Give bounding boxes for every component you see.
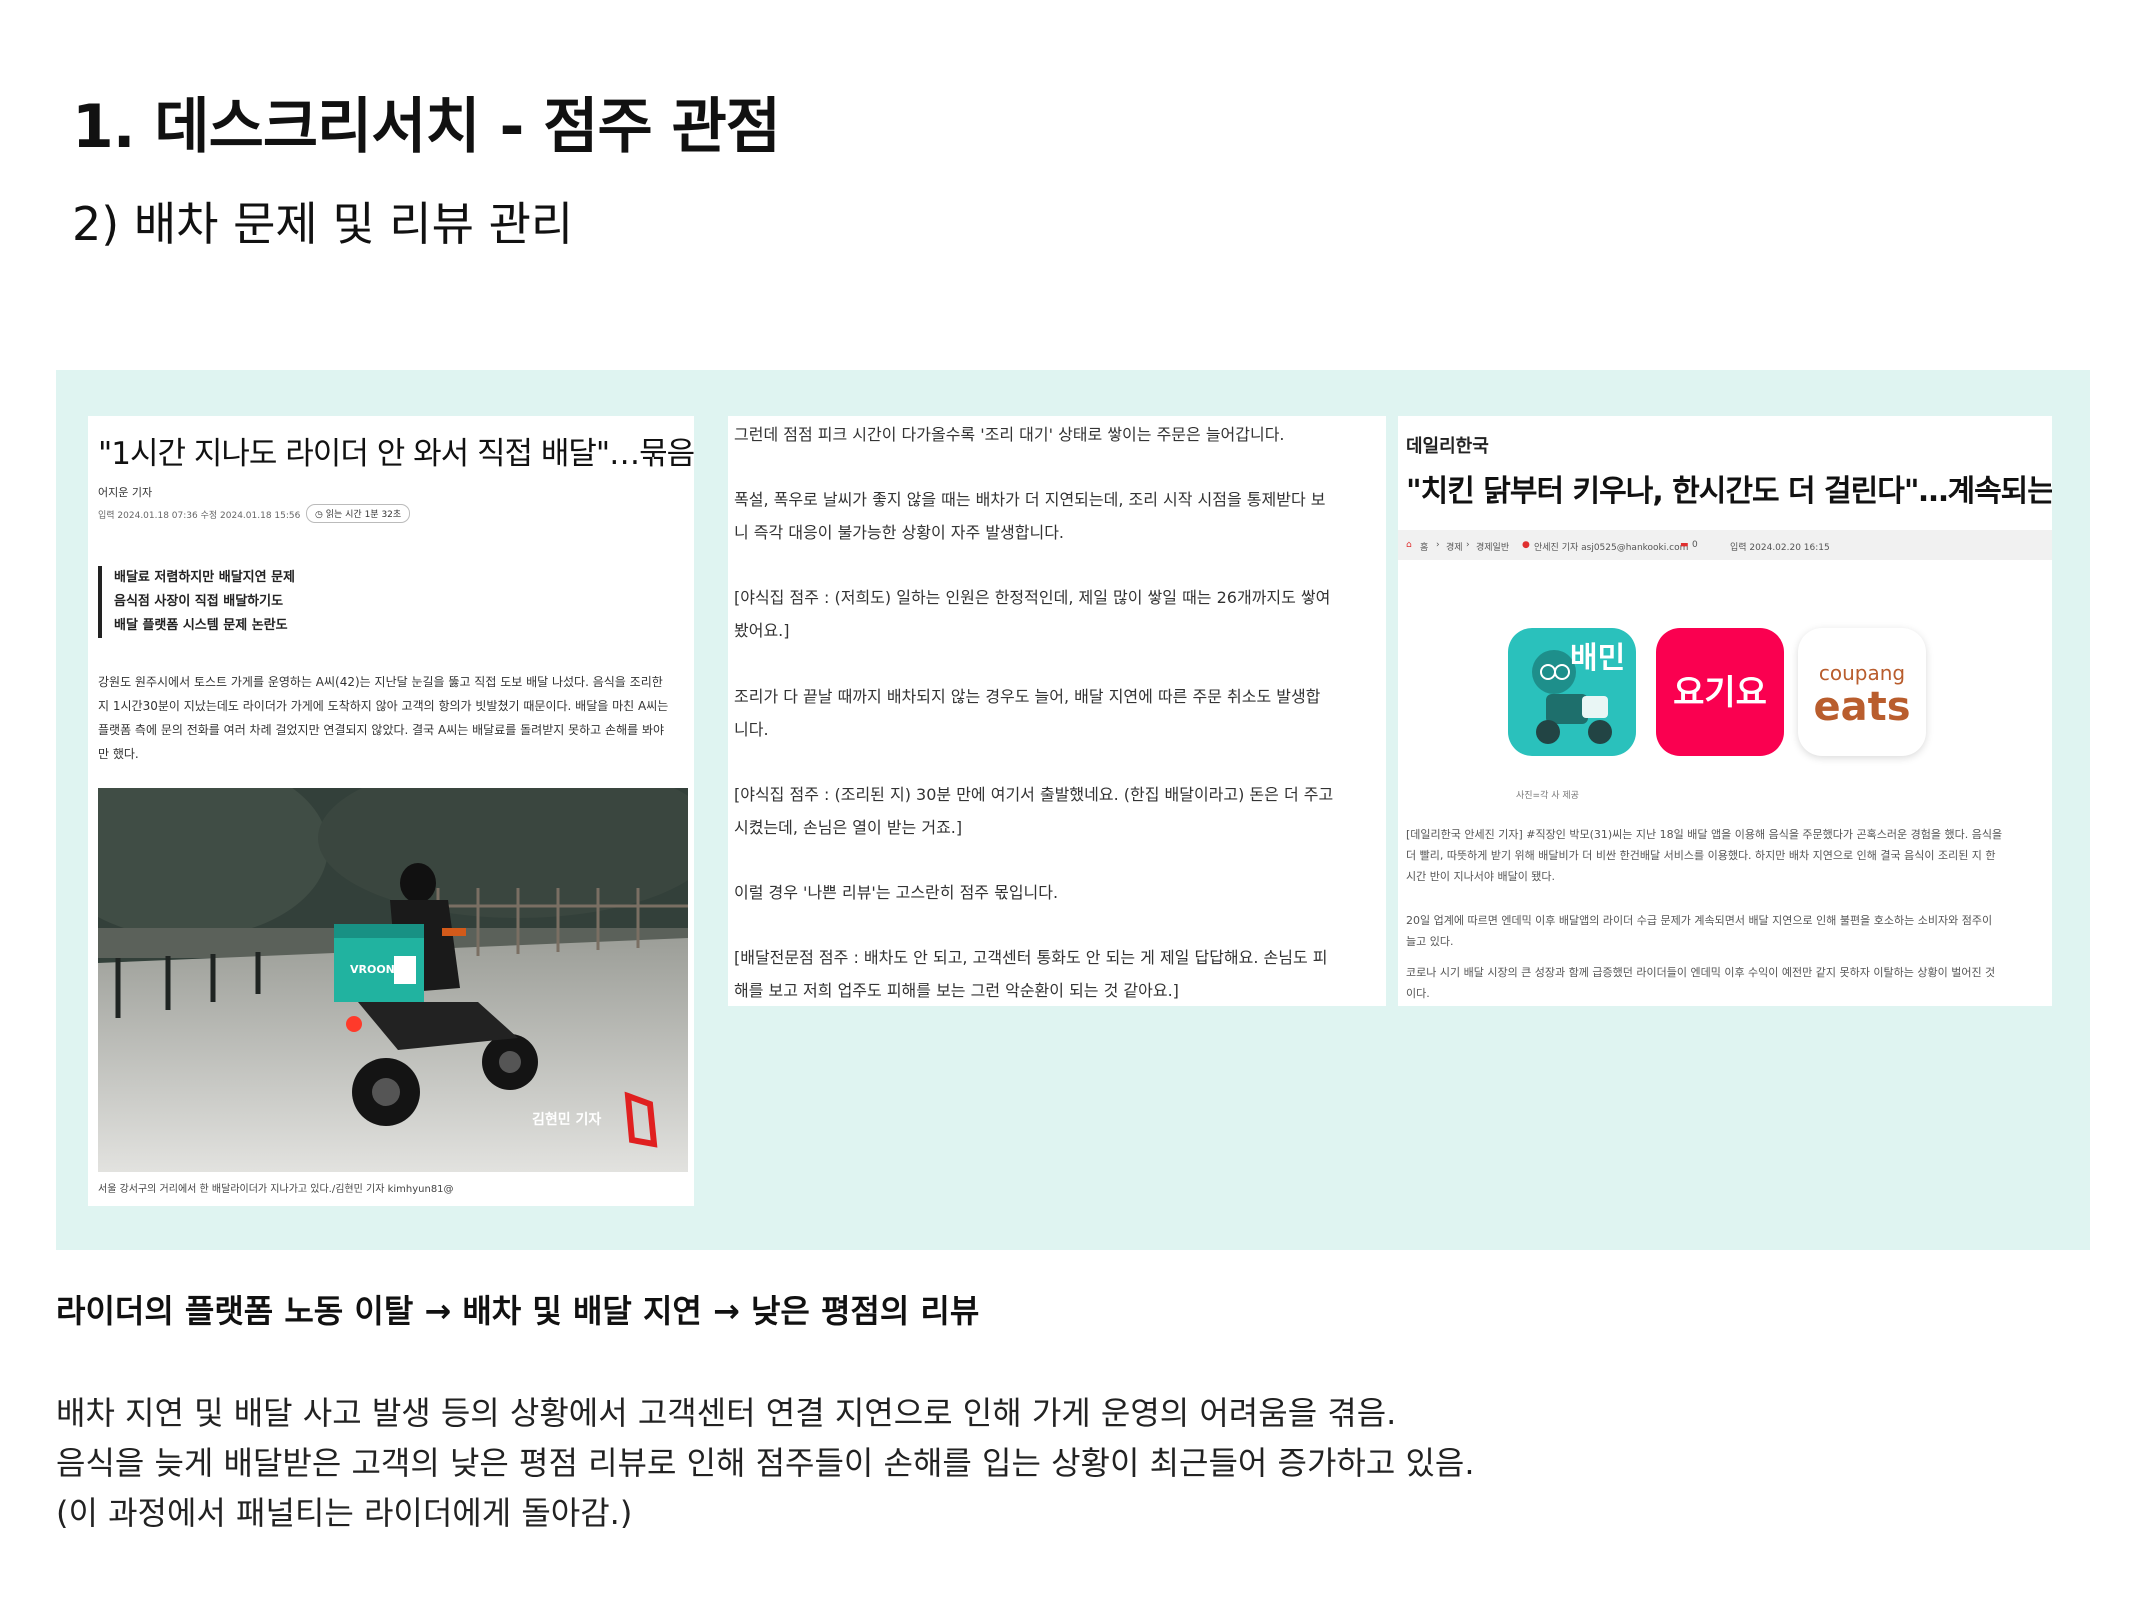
comment-icon: ▬	[1680, 540, 1689, 550]
article-headline: "치킨 닭부터 키우나, 한시간도 더 걸린다"…계속되는 한건	[1406, 474, 2052, 509]
coupang-eats-app-logo: coupang eats	[1798, 628, 1926, 756]
summary-line: 배달 플랫폼 시스템 문제 논란도	[114, 618, 288, 633]
page-subtitle: 2) 배차 문제 및 리뷰 관리	[72, 197, 574, 251]
read-time-text: 읽는 시간 1분 32초	[325, 510, 402, 520]
paragraph-line: 봤어요.]	[734, 621, 790, 640]
breadcrumb-item: 경제	[1446, 543, 1463, 553]
person-icon: ●	[1522, 540, 1530, 550]
paragraph-line: 시간 반이 지나서야 배달이 됐다.	[1406, 870, 1556, 883]
article-byline: 어지운 기자	[98, 486, 153, 499]
photo-caption: 서울 강서구의 거리에서 한 배달라이더가 지나가고 있다./김현민 기자 ki…	[98, 1184, 454, 1195]
body-line: 강원도 원주시에서 토스트 가게를 운영하는 A씨(42)는 지난달 눈길을 뚫…	[98, 675, 663, 689]
app-label-bottom: eats	[1813, 684, 1910, 730]
breadcrumb-item: 홈	[1420, 543, 1429, 553]
app-label: 요기요	[1673, 673, 1767, 713]
article-paragraph: 조리가 다 끝날 때까지 배차되지 않는 경우도 늘어, 배달 지연에 따른 주…	[734, 680, 1374, 746]
paragraph-line: 이럴 경우 '나쁜 리뷰'는 고스란히 점주 몫입니다.	[734, 883, 1059, 902]
clock-icon: ◷	[315, 510, 323, 520]
paragraph-line: 코로나 시기 배달 시장의 큰 성장과 함께 급증했던 라이더들이 엔데믹 이후…	[1406, 966, 1996, 979]
summary-line: 음식을 늦게 배달받은 고객의 낮은 평점 리뷰로 인해 점주들이 손해를 입는…	[56, 1444, 1475, 1482]
paragraph-line: 늘고 있다.	[1406, 935, 1454, 948]
baemin-app-logo: 배민	[1508, 628, 1636, 756]
article-paragraph: 코로나 시기 배달 시장의 큰 성장과 함께 급증했던 라이더들이 엔데믹 이후…	[1406, 962, 2046, 1004]
summary-line: 음식점 사장이 직접 배달하기도	[114, 594, 284, 609]
article-paragraph: 이럴 경우 '나쁜 리뷰'는 고스란히 점주 몫입니다.	[734, 876, 1374, 909]
body-line: 만 했다.	[98, 747, 139, 761]
paragraph-line: 20일 업계에 따르면 엔데믹 이후 배달앱의 라이더 수급 문제가 계속되면서…	[1406, 914, 1993, 927]
paragraph-line: [데일리한국 안세진 기자] #직장인 박모(31)씨는 지난 18일 배달 앱…	[1406, 828, 2003, 841]
body-line: 플랫폼 측에 문의 전화를 여러 차례 걸었지만 연결되지 않았다. 결국 A씨…	[98, 723, 665, 737]
article-paragraph: 그런데 점점 피크 시간이 다가올수록 '조리 대기' 상태로 쌓이는 주문은 …	[734, 418, 1374, 451]
app-label: 배민	[1570, 641, 1625, 676]
paragraph-line: 시켰는데, 손님은 열이 받는 거죠.]	[734, 818, 963, 837]
paragraph-line: [배달전문점 점주 : 배차도 안 되고, 고객센터 통화도 안 되는 게 제일…	[734, 948, 1328, 967]
paragraph-line: 니다.	[734, 720, 769, 739]
article-meta: 입력 2024.01.18 07:36 수정 2024.01.18 15:56	[98, 511, 301, 521]
article-paragraph: [야식집 점주 : (조리된 지) 30분 만에 여기서 출발했네요. (한집 …	[734, 778, 1374, 844]
read-time-badge: ◷ 읽는 시간 1분 32초	[306, 504, 411, 523]
page-title: 1. 데스크리서치 - 점주 관점	[72, 92, 781, 162]
article-summary: 배달료 저렴하지만 배달지연 문제 음식점 사장이 직접 배달하기도 배달 플랫…	[98, 566, 295, 638]
news-article-2: 그런데 점점 피크 시간이 다가올수록 '조리 대기' 상태로 쌓이는 주문은 …	[728, 416, 1386, 1006]
app-label-top: coupang	[1819, 661, 1905, 685]
newspaper-brand: 데일리한국	[1406, 436, 1489, 457]
paragraph-line: 해를 보고 저희 업주도 피해를 보는 그런 악순환이 되는 것 같아요.]	[734, 981, 1179, 1000]
article-paragraph: 20일 업계에 따르면 엔데믹 이후 배달앱의 라이더 수급 문제가 계속되면서…	[1406, 910, 2046, 952]
delivery-rider-photo: VROONG 김현민 기자	[98, 788, 688, 1172]
paragraph-line: 니 즉각 대응이 불가능한 상황이 자주 발생합니다.	[734, 523, 1065, 542]
summary-line: 배차 지연 및 배달 사고 발생 등의 상황에서 고객센터 연결 지연으로 인해…	[56, 1394, 1397, 1432]
summary-line: (이 과정에서 패널티는 라이더에게 돌아감.)	[56, 1494, 633, 1532]
breadcrumb-item: 경제일반	[1476, 543, 1510, 553]
article-body: 강원도 원주시에서 토스트 가게를 운영하는 A씨(42)는 지난달 눈길을 뚫…	[98, 670, 688, 766]
article-date: 입력 2024.02.20 16:15	[1730, 543, 1830, 553]
chevron-right-icon: ›	[1436, 540, 1440, 550]
article-paragraph: [배달전문점 점주 : 배차도 안 되고, 고객센터 통화도 안 되는 게 제일…	[734, 941, 1374, 1006]
summary-line: 배달료 저렴하지만 배달지연 문제	[114, 570, 296, 585]
body-line: 지 1시간30분이 지났는데도 라이더가 가게에 도착하지 않아 고객의 항의가…	[98, 699, 669, 713]
yogiyo-app-logo: 요기요	[1656, 628, 1784, 756]
chevron-right-icon: ›	[1466, 540, 1470, 550]
article-info-bar: ⌂ 홈 › 경제 › 경제일반 ● 안세진 기자 asj0525@hankook…	[1398, 530, 2052, 560]
article-paragraph: [야식집 점주 : (저희도) 일하는 인원은 한정적인데, 제일 많이 쌓일 …	[734, 581, 1374, 647]
paragraph-line: 조리가 다 끝날 때까지 배차되지 않는 경우도 늘어, 배달 지연에 따른 주…	[734, 687, 1321, 706]
paragraph-line: 그런데 점점 피크 시간이 다가올수록 '조리 대기' 상태로 쌓이는 주문은 …	[734, 425, 1285, 444]
paragraph-line: 폭설, 폭우로 날씨가 좋지 않을 때는 배차가 더 지연되는데, 조리 시작 …	[734, 490, 1326, 509]
news-article-3: 데일리한국 "치킨 닭부터 키우나, 한시간도 더 걸린다"…계속되는 한건 ⌂…	[1398, 416, 2052, 1006]
paragraph-line: 이다.	[1406, 987, 1430, 1000]
cause-flow-summary: 라이더의 플랫폼 노동 이탈 → 배차 및 배달 지연 → 낮은 평점의 리뷰	[56, 1292, 980, 1330]
article-paragraph: [데일리한국 안세진 기자] #직장인 박모(31)씨는 지난 18일 배달 앱…	[1406, 824, 2046, 887]
comment-count: 0	[1692, 540, 1698, 550]
home-icon: ⌂	[1406, 540, 1412, 550]
paragraph-line: [야식집 점주 : (조리된 지) 30분 만에 여기서 출발했네요. (한집 …	[734, 785, 1334, 804]
paragraph-line: [야식집 점주 : (저희도) 일하는 인원은 한정적인데, 제일 많이 쌓일 …	[734, 588, 1331, 607]
paragraph-line: 더 빨리, 따뜻하게 받기 위해 배달비가 더 비싼 한건배달 서비스를 이용했…	[1406, 849, 1996, 862]
article-headline: "1시간 지나도 라이더 안 와서 직접 배달"…묶음배달에 자영	[98, 436, 694, 472]
image-caption: 사진=각 사 제공	[1516, 791, 1579, 801]
photo-credit: 김현민 기자	[532, 1111, 601, 1128]
reporter-info: 안세진 기자 asj0525@hankooki.com	[1534, 543, 1689, 553]
news-article-1: "1시간 지나도 라이더 안 와서 직접 배달"…묶음배달에 자영 어지운 기자…	[88, 416, 694, 1206]
article-paragraph: 폭설, 폭우로 날씨가 좋지 않을 때는 배차가 더 지연되는데, 조리 시작 …	[734, 483, 1374, 549]
